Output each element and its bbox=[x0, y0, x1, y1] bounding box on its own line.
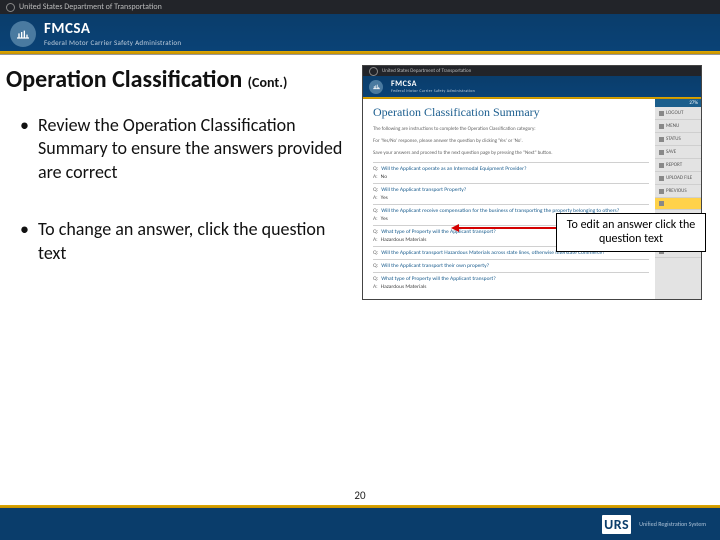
inset-sidebar: 27% LOGOUTMENUSTATUSSAVEREPORTUPLOAD FIL… bbox=[655, 99, 701, 299]
fmcsa-logo-icon bbox=[369, 80, 383, 94]
qa-row: Q:Will the Applicant transport Property?… bbox=[373, 183, 649, 204]
urs-subtext: Unified Registration System bbox=[639, 520, 706, 528]
slide-title-suffix: (Cont.) bbox=[248, 74, 288, 91]
dot-icon bbox=[659, 201, 664, 206]
question-text[interactable]: Q:Will the Applicant operate as an Inter… bbox=[373, 166, 649, 172]
inset-dot-bar: United States Department of Transportati… bbox=[363, 66, 701, 76]
edit-callout: To edit an answer click the question tex… bbox=[556, 213, 706, 252]
qa-row: Q:Will the Applicant operate as an Inter… bbox=[373, 162, 649, 183]
sidebar-item[interactable]: REPORT bbox=[655, 159, 701, 172]
inset-fmcsa-banner: FMCSA Federal Motor Carrier Safety Admin… bbox=[363, 76, 701, 97]
bullet-item: Review the Operation Classification Summ… bbox=[24, 114, 356, 184]
bullet-item: To change an answer, click the question … bbox=[24, 218, 356, 265]
answer-text: A:Yes bbox=[373, 195, 649, 201]
inset-intro-1: The following are instructions to comple… bbox=[373, 126, 649, 133]
qa-row: Q:What type of Property will the Applica… bbox=[373, 272, 649, 293]
screenshot-inset: United States Department of Transportati… bbox=[362, 65, 702, 300]
menu-icon bbox=[659, 176, 664, 181]
menu-icon bbox=[659, 124, 664, 129]
bullet-list: Review the Operation Classification Summ… bbox=[6, 114, 356, 265]
inset-intro-2: For 'Yes/No' response, please answer the… bbox=[373, 138, 649, 145]
menu-icon bbox=[659, 189, 664, 194]
slide-title: Operation Classification (Cont.) bbox=[6, 65, 356, 94]
callout-text: To edit an answer click the question tex… bbox=[567, 218, 696, 246]
question-text[interactable]: Q:Will the Applicant transport Property? bbox=[373, 187, 649, 193]
slide-title-main: Operation Classification bbox=[6, 65, 242, 94]
thin-divider bbox=[0, 54, 720, 55]
menu-icon bbox=[659, 111, 664, 116]
progress-badge: 27% bbox=[655, 99, 701, 107]
sidebar-item[interactable]: LOGOUT bbox=[655, 107, 701, 120]
footer-navy-bar: URS Unified Registration System bbox=[0, 508, 720, 540]
menu-icon bbox=[659, 163, 664, 168]
inset-heading: Operation Classification Summary bbox=[373, 105, 649, 120]
callout-arrow-icon bbox=[457, 227, 562, 229]
sidebar-item[interactable]: MENU bbox=[655, 120, 701, 133]
sidebar-item[interactable]: SAVE bbox=[655, 146, 701, 159]
agency-title: FMCSA bbox=[44, 20, 181, 38]
qa-row: Q:Will the Applicant transport their own… bbox=[373, 259, 649, 272]
dot-label: United States Department of Transportati… bbox=[19, 2, 162, 12]
page-number: 20 bbox=[354, 489, 365, 502]
sidebar-item[interactable]: UPLOAD FILE bbox=[655, 172, 701, 185]
dot-top-bar: United States Department of Transportati… bbox=[0, 0, 720, 14]
dot-seal-icon bbox=[6, 3, 15, 12]
question-text[interactable]: Q:Will the Applicant transport their own… bbox=[373, 263, 649, 269]
question-text[interactable]: Q:What type of Property will the Applica… bbox=[373, 276, 649, 282]
fmcsa-banner: FMCSA Federal Motor Carrier Safety Admin… bbox=[0, 14, 720, 51]
menu-icon bbox=[659, 137, 664, 142]
fmcsa-logo-icon bbox=[10, 21, 36, 47]
sidebar-highlight-row[interactable] bbox=[655, 198, 701, 210]
sidebar-item[interactable]: PREVIOUS bbox=[655, 185, 701, 198]
dot-seal-icon bbox=[369, 67, 378, 76]
answer-text: A:No bbox=[373, 174, 649, 180]
footer: URS Unified Registration System bbox=[0, 505, 720, 540]
agency-subtitle: Federal Motor Carrier Safety Administrat… bbox=[44, 38, 181, 47]
urs-logo: URS bbox=[602, 516, 631, 533]
inset-intro-3: Save your answers and proceed to the nex… bbox=[373, 150, 649, 157]
answer-text: A:Hazardous Materials bbox=[373, 284, 649, 290]
sidebar-item[interactable]: STATUS bbox=[655, 133, 701, 146]
menu-icon bbox=[659, 150, 664, 155]
